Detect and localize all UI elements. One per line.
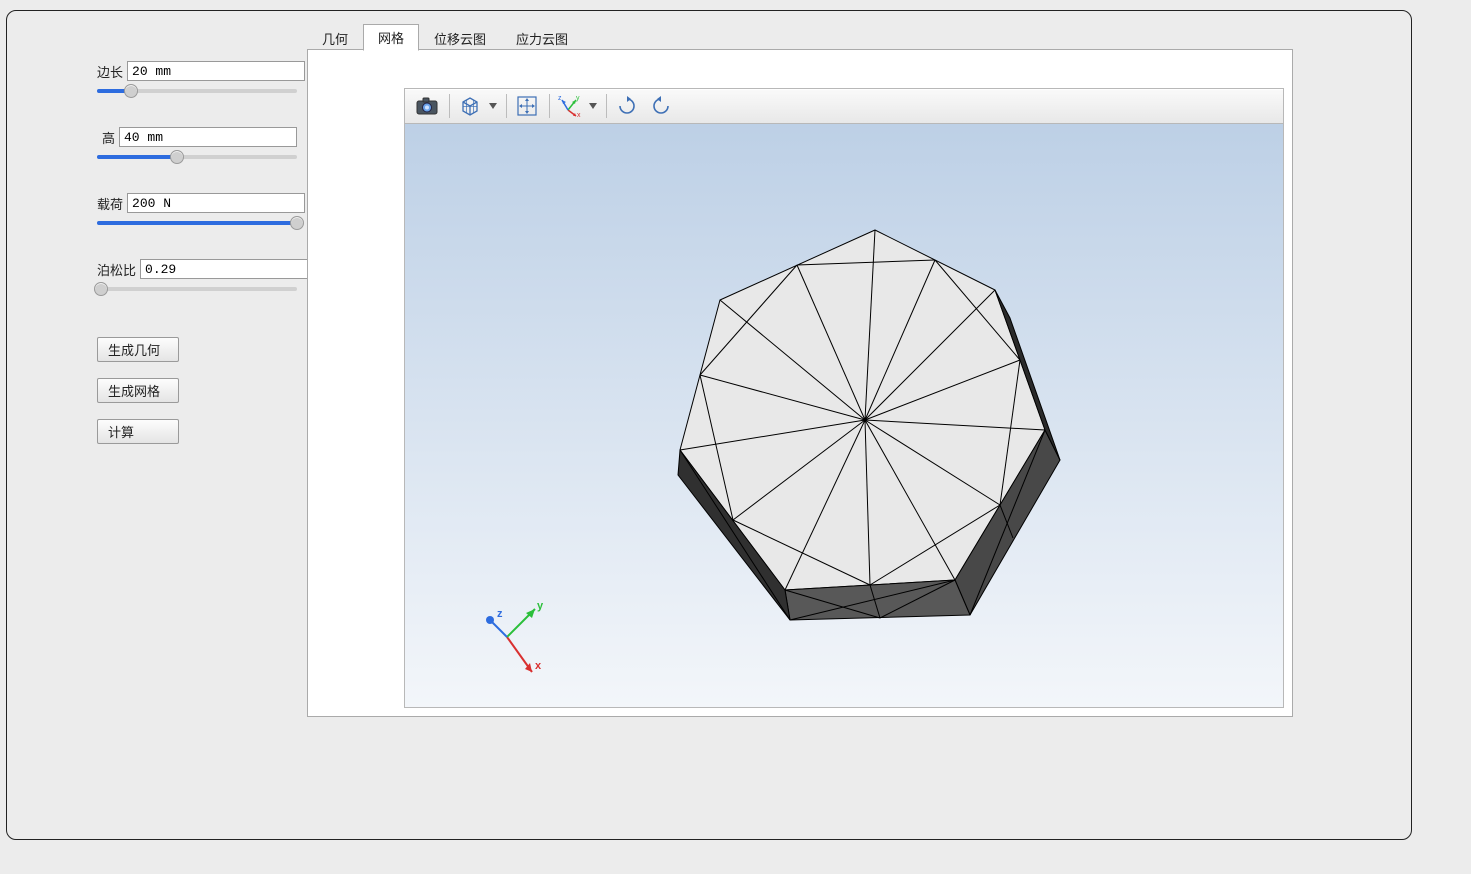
param-row-load: 载荷 [97,193,297,213]
tab-geometry[interactable]: 几何 [307,25,363,51]
param-label: 泊松比 [97,260,140,279]
generate-mesh-button[interactable]: 生成网格 [97,378,179,403]
compute-button[interactable]: 计算 [97,419,179,444]
viewer-toolbar: x y z [404,88,1284,124]
tab-stress[interactable]: 应力云图 [501,25,583,51]
camera-icon[interactable] [411,91,443,121]
svg-text:x: x [577,112,581,118]
poisson-input[interactable] [140,259,318,279]
edge-length-input[interactable] [127,61,305,81]
tab-strip: 几何 网格 位移云图 应力云图 [307,26,583,50]
param-row-poisson: 泊松比 [97,259,297,279]
svg-text:z: z [558,95,562,102]
canvas-3d-viewport[interactable]: x y z [404,124,1284,708]
axes-dropdown-icon[interactable] [588,103,598,109]
cube-icon[interactable] [454,91,486,121]
param-label: 边长 [97,62,127,81]
height-input[interactable] [119,127,297,147]
edge-length-slider[interactable] [97,83,297,99]
rotate-cw-icon[interactable] [611,91,643,121]
height-slider[interactable] [97,149,297,165]
tab-displacement[interactable]: 位移云图 [419,25,501,51]
app-window: 边长 高 载荷 泊松比 [6,10,1412,840]
param-row-height: 高 [97,127,297,147]
triad-y-label: y [537,600,544,612]
side-panel: 边长 高 载荷 泊松比 [97,61,297,460]
orientation-triad: x y z [477,597,567,687]
tab-mesh[interactable]: 网格 [363,24,419,51]
mesh-geometry [625,210,1075,650]
svg-text:y: y [576,95,580,102]
rotate-ccw-icon[interactable] [645,91,677,121]
cube-dropdown-icon[interactable] [488,103,498,109]
param-label: 高 [97,128,119,147]
axes-xyz-icon[interactable]: x y z [554,91,586,121]
generate-geometry-button[interactable]: 生成几何 [97,337,179,362]
triad-x-label: x [535,660,542,672]
viewer-frame: x y z [307,49,1293,717]
fit-view-icon[interactable] [511,91,543,121]
param-row-edge-length: 边长 [97,61,297,81]
poisson-slider[interactable] [97,281,297,297]
load-slider[interactable] [97,215,297,231]
load-input[interactable] [127,193,305,213]
param-label: 载荷 [97,194,127,213]
triad-z-label: z [497,608,503,620]
